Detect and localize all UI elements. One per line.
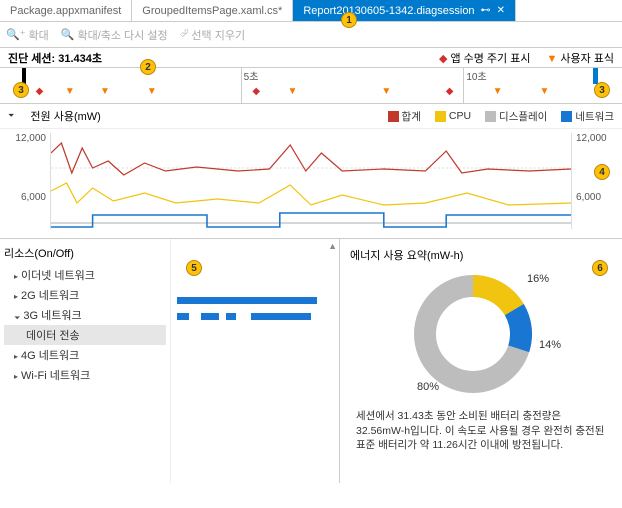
timeline-ruler[interactable]: 5초 10초 ◆ ▼ ▼ ▼ ◆ ▼ ▼ ◆ ▼ ▼ <box>0 68 622 104</box>
tab-package[interactable]: Package.appxmanifest <box>0 0 132 21</box>
callout-4: 4 <box>594 164 610 180</box>
magnifier-reset-icon: 🔍 <box>61 28 75 41</box>
mark-orange-icon: ▼ <box>65 86 75 97</box>
mark-orange-icon: ▼ <box>540 86 550 97</box>
resource-header: 리소스(On/Off) <box>4 245 166 261</box>
callout-1: 1 <box>341 12 357 28</box>
energy-donut: 16% 14% 80% <box>401 269 561 399</box>
donut-pct-display: 80% <box>417 381 439 393</box>
mark-orange-icon: ▼ <box>100 86 110 97</box>
mark-red-icon: ◆ <box>252 86 260 97</box>
magnifier-plus-icon: 🔍⁺ <box>6 28 26 41</box>
gantt-3g-bar <box>177 297 317 304</box>
bottom-split: 리소스(On/Off) 이더넷 네트워크 2G 네트워크 3G 네트워크 데이터… <box>0 239 622 483</box>
zoom-in-button[interactable]: 🔍⁺확대 <box>6 27 49 43</box>
app-lifecycle-toggle[interactable]: ◆앱 수명 주기 표시 <box>439 50 530 66</box>
scroll-up-icon[interactable]: ▲ <box>328 241 337 251</box>
gantt-data-bar <box>177 313 189 320</box>
ruler-marks: ◆ ▼ ▼ ▼ ◆ ▼ ▼ ◆ ▼ ▼ <box>18 84 604 102</box>
chart-plot <box>50 133 572 229</box>
clear-selection-button[interactable]: ⮰선택 지우기 <box>180 27 245 43</box>
callout-2: 2 <box>140 59 156 75</box>
user-marks-toggle[interactable]: ▼사용자 표식 <box>546 50 614 66</box>
resource-panel: 리소스(On/Off) 이더넷 네트워크 2G 네트워크 3G 네트워크 데이터… <box>0 239 340 483</box>
gantt-data-bar <box>226 313 236 320</box>
cursor-icon: ⮰ <box>180 28 189 41</box>
legend-total: 합계 <box>388 109 421 124</box>
tab-report[interactable]: Report20130605-1342.diagsession ⊷ ✕ <box>293 0 516 21</box>
donut-pct-network: 14% <box>539 339 561 351</box>
mark-orange-icon: ▼ <box>147 86 157 97</box>
tree-wifi[interactable]: Wi-Fi 네트워크 <box>4 365 166 385</box>
collapse-icon[interactable]: ⏷ <box>8 111 14 121</box>
power-section-header: ⏷ 전원 사용(mW) 합계 CPU 디스플레이 네트워크 <box>0 104 622 129</box>
tab-bar: Package.appxmanifest GroupedItemsPage.xa… <box>0 0 622 22</box>
resource-tree: 리소스(On/Off) 이더넷 네트워크 2G 네트워크 3G 네트워크 데이터… <box>0 239 170 483</box>
callout-3: 3 <box>13 82 29 98</box>
mark-orange-icon: ▼ <box>493 86 503 97</box>
diamond-red-icon: ◆ <box>439 53 447 65</box>
pin-icon[interactable]: ⊷ <box>481 5 491 16</box>
gantt-data-bar <box>201 313 219 320</box>
callout-3b: 3 <box>594 82 610 98</box>
power-legend: 합계 CPU 디스플레이 네트워크 <box>388 109 614 124</box>
tree-4g[interactable]: 4G 네트워크 <box>4 345 166 365</box>
energy-header: 에너지 사용 요약(mW-h) <box>350 247 612 263</box>
gantt-data-bar <box>251 313 311 320</box>
y-axis-left: 12,0006,000 <box>10 133 46 203</box>
tree-ethernet[interactable]: 이더넷 네트워크 <box>4 265 166 285</box>
power-title: 전원 사용(mW) <box>30 108 100 124</box>
legend-cpu: CPU <box>435 110 471 122</box>
mark-red-icon: ◆ <box>36 86 44 97</box>
power-chart[interactable]: 12,0006,000 12,0006,000 <box>0 129 622 239</box>
legend-network: 네트워크 <box>561 109 614 124</box>
diagnostic-header: 진단 세션: 31.434초 ◆앱 수명 주기 표시 ▼사용자 표식 <box>0 48 622 68</box>
legend-display: 디스플레이 <box>485 109 547 124</box>
callout-6: 6 <box>592 260 608 276</box>
mark-orange-icon: ▼ <box>288 86 298 97</box>
tree-3g-data[interactable]: 데이터 전송 <box>4 325 166 345</box>
toolbar: 🔍⁺확대 🔍확대/축소 다시 설정 ⮰선택 지우기 <box>0 22 622 48</box>
donut-pct-cpu: 16% <box>527 273 549 285</box>
zoom-reset-button[interactable]: 🔍확대/축소 다시 설정 <box>61 27 168 43</box>
energy-panel: 에너지 사용 요약(mW-h) 16% 14% 80% 세션에서 31.43초 … <box>340 239 622 483</box>
triangle-orange-icon: ▼ <box>546 53 557 65</box>
close-icon[interactable]: ✕ <box>497 5 505 16</box>
session-duration: 진단 세션: 31.434초 <box>8 50 102 66</box>
tab-grouped[interactable]: GroupedItemsPage.xaml.cs* <box>132 0 293 21</box>
mark-red-icon: ◆ <box>446 86 454 97</box>
ruler-end-handle[interactable] <box>593 68 598 84</box>
mark-orange-icon: ▼ <box>381 86 391 97</box>
energy-summary-text: 세션에서 31.43초 동안 소비된 배터리 충전량은 32.56mW-h입니다… <box>350 409 612 453</box>
callout-5: 5 <box>186 260 202 276</box>
tree-3g[interactable]: 3G 네트워크 <box>4 305 166 325</box>
tree-2g[interactable]: 2G 네트워크 <box>4 285 166 305</box>
